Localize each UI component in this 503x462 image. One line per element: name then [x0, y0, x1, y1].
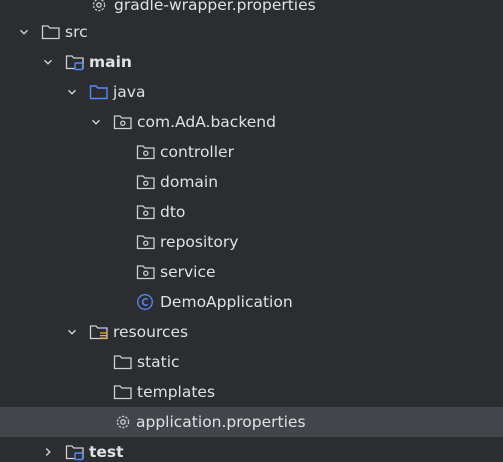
tree-item-label: com.AdA.backend	[137, 113, 276, 131]
source-root-folder-icon	[65, 443, 85, 461]
tree-item-label: service	[160, 263, 216, 281]
gear-icon	[114, 413, 134, 431]
tree-item-service[interactable]: service	[0, 257, 503, 287]
package-icon	[113, 113, 133, 131]
tree-item-label: main	[89, 53, 132, 71]
tree-item-label: domain	[160, 173, 219, 191]
package-icon	[136, 203, 156, 221]
tree-item-com-ada-backend[interactable]: com.AdA.backend	[0, 107, 503, 137]
folder-icon	[113, 353, 133, 371]
tree-item-label: repository	[160, 233, 239, 251]
tree-item-label: controller	[160, 143, 234, 161]
chevron-down-icon[interactable]	[64, 77, 80, 107]
chevron-down-icon[interactable]	[64, 317, 80, 347]
folder-icon	[113, 383, 133, 401]
folder-icon	[41, 23, 61, 41]
package-icon	[136, 143, 156, 161]
tree-item-demo-application[interactable]: DemoApplication	[0, 287, 503, 317]
tree-item-templates[interactable]: templates	[0, 377, 503, 407]
project-tree: gradle-wrapper.properties src main java	[0, 0, 503, 462]
tree-item-label: java	[113, 83, 146, 101]
tree-item-main[interactable]: main	[0, 47, 503, 77]
tree-item-controller[interactable]: controller	[0, 137, 503, 167]
chevron-down-icon[interactable]	[16, 17, 32, 47]
tree-item-label: DemoApplication	[160, 293, 293, 311]
tree-item-label: application.properties	[136, 413, 306, 431]
tree-item-java[interactable]: java	[0, 77, 503, 107]
chevron-down-icon[interactable]	[88, 107, 104, 137]
tree-item-test[interactable]: test	[0, 437, 503, 462]
package-icon	[136, 263, 156, 281]
package-icon	[136, 173, 156, 191]
tree-item-static[interactable]: static	[0, 347, 503, 377]
tree-item-resources[interactable]: resources	[0, 317, 503, 347]
chevron-right-icon[interactable]	[40, 437, 56, 462]
tree-item-label: test	[89, 443, 124, 461]
tree-item-src[interactable]: src	[0, 17, 503, 47]
tree-item-application-properties[interactable]: application.properties	[0, 407, 503, 437]
resources-folder-icon	[89, 323, 109, 341]
tree-item-domain[interactable]: domain	[0, 167, 503, 197]
tree-item-dto[interactable]: dto	[0, 197, 503, 227]
sources-folder-icon	[89, 83, 109, 101]
class-icon	[136, 293, 156, 311]
package-icon	[136, 233, 156, 251]
tree-item-label: src	[65, 23, 88, 41]
tree-item-label: static	[137, 353, 180, 371]
tree-item-repository[interactable]: repository	[0, 227, 503, 257]
tree-item-label: templates	[137, 383, 216, 401]
gear-icon	[90, 0, 110, 14]
source-root-folder-icon	[65, 53, 85, 71]
chevron-down-icon[interactable]	[40, 47, 56, 77]
tree-item-label: dto	[160, 203, 186, 221]
tree-item-label: resources	[113, 323, 189, 341]
